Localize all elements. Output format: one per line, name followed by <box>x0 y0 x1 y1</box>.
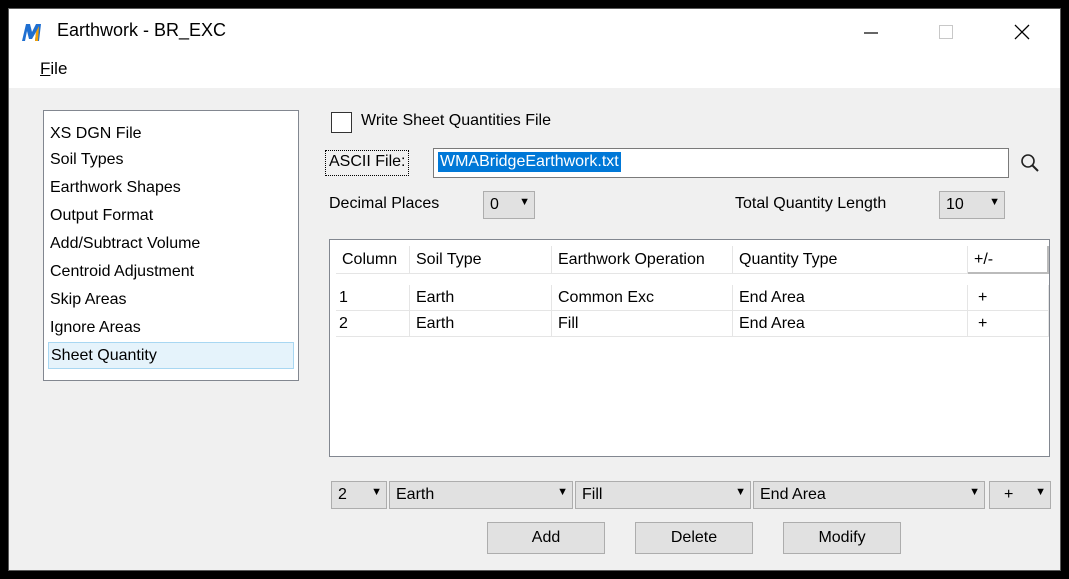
maximize-button[interactable] <box>916 9 976 54</box>
total-quantity-length-label: Total Quantity Length <box>735 195 887 212</box>
earthwork-operation-value: Fill <box>582 486 603 503</box>
table-cell: Fill <box>552 311 733 337</box>
nav-item-add-subtract-volume[interactable]: Add/Subtract Volume <box>48 230 200 257</box>
category-list[interactable]: XS DGN File Soil Types Earthwork Shapes … <box>43 110 299 381</box>
column-number-value: 2 <box>338 486 347 503</box>
table-cell: Earth <box>410 311 552 337</box>
sign-value: + <box>1004 486 1014 503</box>
column-header-earthwork-operation[interactable]: Earthwork Operation <box>552 246 733 274</box>
add-button[interactable]: Add <box>487 522 605 554</box>
column-header-sign[interactable]: +/- <box>968 246 1049 274</box>
table-cell: + <box>968 285 1049 311</box>
menu-file[interactable]: File <box>40 59 67 79</box>
table-cell: End Area <box>733 285 968 311</box>
minimize-icon <box>864 31 878 34</box>
quantity-type-value: End Area <box>760 486 826 503</box>
chevron-down-icon: ▼ <box>969 486 980 498</box>
menu-file-mnemonic: F <box>40 59 51 78</box>
write-sheet-quantities-label: Write Sheet Quantities File <box>361 112 552 129</box>
menu-file-rest: ile <box>50 59 68 78</box>
modify-button[interactable]: Modify <box>783 522 901 554</box>
search-icon[interactable] <box>1019 152 1041 174</box>
nav-item-ignore-areas[interactable]: Ignore Areas <box>48 314 141 341</box>
nav-item-centroid-adjustment[interactable]: Centroid Adjustment <box>48 258 194 285</box>
column-header-quantity-type[interactable]: Quantity Type <box>733 246 968 274</box>
nav-item-earthwork-shapes[interactable]: Earthwork Shapes <box>48 174 181 201</box>
window-title: Earthwork - BR_EXC <box>57 20 227 40</box>
ascii-file-value: WMABridgeEarthwork.txt <box>438 152 621 172</box>
minimize-button[interactable] <box>841 9 901 54</box>
nav-item-sheet-quantity[interactable]: Sheet Quantity <box>48 342 294 369</box>
chevron-down-icon: ▼ <box>519 196 530 208</box>
chevron-down-icon: ▼ <box>557 486 568 498</box>
table-cell: Earth <box>410 285 552 311</box>
title-bar[interactable]: Earthwork - BR_EXC <box>9 9 1060 54</box>
column-header-soil-type[interactable]: Soil Type <box>410 246 552 274</box>
nav-item-soil-types[interactable]: Soil Types <box>48 146 124 173</box>
write-sheet-quantities-checkbox[interactable] <box>331 112 352 133</box>
close-button[interactable] <box>992 9 1052 54</box>
ascii-file-label: ASCII File: <box>325 150 410 176</box>
table-cell: Common Exc <box>552 285 733 311</box>
microstation-m-icon <box>22 24 41 41</box>
chevron-down-icon: ▼ <box>1035 486 1046 498</box>
chevron-down-icon: ▼ <box>371 486 382 498</box>
decimal-places-dropdown[interactable]: 0 ▼ <box>483 191 535 219</box>
maximize-icon <box>939 24 953 39</box>
nav-item-skip-areas[interactable]: Skip Areas <box>48 286 126 313</box>
total-quantity-length-value: 10 <box>946 196 964 213</box>
table-cell: + <box>968 311 1049 337</box>
close-icon <box>1014 24 1030 39</box>
sign-dropdown[interactable]: + ▼ <box>989 481 1051 509</box>
soil-type-dropdown[interactable]: Earth ▼ <box>389 481 573 509</box>
table-cell: End Area <box>733 311 968 337</box>
nav-item-output-format[interactable]: Output Format <box>48 202 153 229</box>
earthwork-dialog: Earthwork - BR_EXC File XS DGN File Soil… <box>8 8 1061 571</box>
quantity-table[interactable]: Column Soil Type Earthwork Operation Qua… <box>329 239 1050 457</box>
delete-button[interactable]: Delete <box>635 522 753 554</box>
soil-type-value: Earth <box>396 486 435 503</box>
nav-item-xs-dgn-file[interactable]: XS DGN File <box>48 120 142 147</box>
chevron-down-icon: ▼ <box>989 196 1000 208</box>
table-cell: 2 <box>336 311 410 337</box>
quantity-type-dropdown[interactable]: End Area ▼ <box>753 481 985 509</box>
column-header-column[interactable]: Column <box>336 246 410 274</box>
table-cell: 1 <box>336 285 410 311</box>
ascii-file-input[interactable]: WMABridgeEarthwork.txt <box>433 148 1009 178</box>
decimal-places-value: 0 <box>490 196 499 213</box>
decimal-places-label: Decimal Places <box>329 195 440 212</box>
total-quantity-length-dropdown[interactable]: 10 ▼ <box>939 191 1005 219</box>
chevron-down-icon: ▼ <box>735 486 746 498</box>
earthwork-operation-dropdown[interactable]: Fill ▼ <box>575 481 751 509</box>
menu-bar: File <box>9 54 1060 88</box>
column-number-dropdown[interactable]: 2 ▼ <box>331 481 387 509</box>
